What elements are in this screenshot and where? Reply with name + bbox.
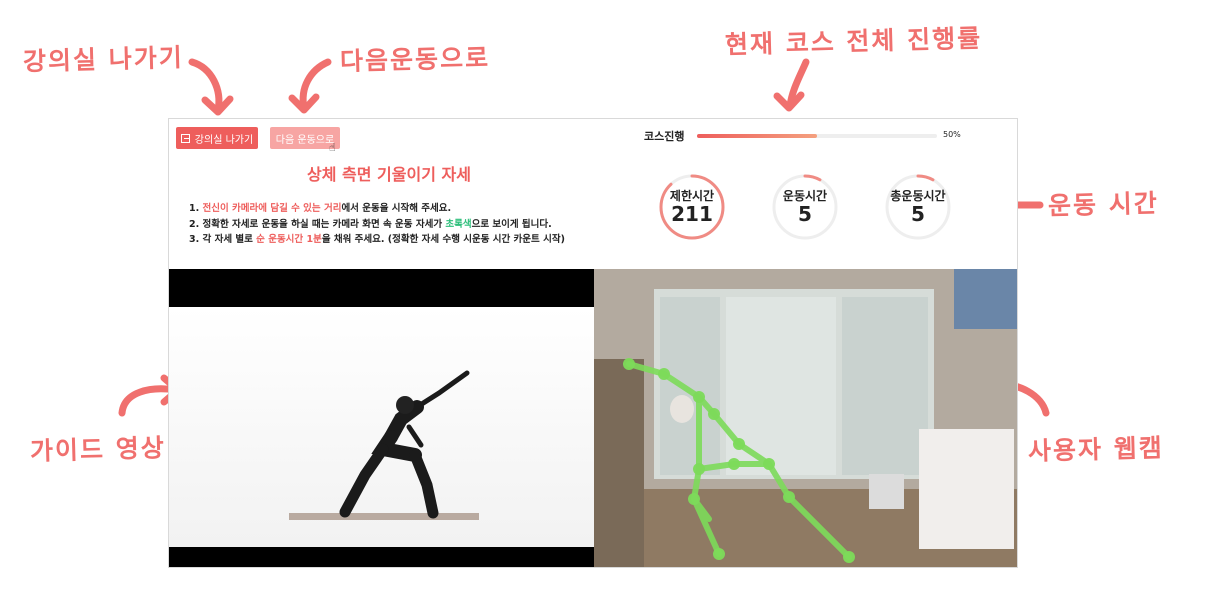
poster [954,269,1017,329]
pet-house [869,474,904,509]
total-exercise-time-value: 5 [911,202,925,226]
course-progress-label: 코스진행 [644,130,685,143]
instruction-3-highlight: 순 운동시간 1분 [256,234,322,245]
annotation-progress: 현재 코스 전체 진행률 [724,23,983,60]
annotation-exit: 강의실 나가기 [22,42,185,77]
instruction-1-suffix: 에서 운동을 시작해 주세요. [341,203,452,214]
instruction-1-highlight: 전신이 카메라에 담길 수 있는 거리 [202,203,342,214]
arrow-exit-head [201,95,234,116]
exit-classroom-label: 강의실 나가기 [194,134,254,146]
annotation-guide: 가이드 영상 [29,433,167,466]
instruction-2-highlight: 초록색 [445,218,472,230]
refrigerator [919,429,1014,549]
arrow-progress-path [786,58,810,110]
instruction-2-prefix: 2. 정확한 자세로 운동을 하실 때는 카메라 화면 속 운동 자세가 [189,218,446,230]
exit-door-icon [180,133,190,143]
annotation-next: 다음운동으로 [339,43,491,76]
course-progress-fill [697,134,817,138]
exercise-time-value: 5 [798,202,812,226]
total-exercise-time-timer: 총운동시간 5 [885,174,951,240]
instruction-3-suffix: 을 채워 주세요. (정확한 자세 수행 시운동 시간 카운트 시작) [321,234,565,245]
instruction-1-prefix: 1. [189,203,203,214]
yoga-mat [289,513,479,520]
arrow-next-head [288,93,320,114]
instructions: 1. 전신이 카메라에 담길 수 있는 거리에서 운동을 시작해 주세요. 2.… [189,201,565,248]
guide-video[interactable] [169,269,594,567]
annotation-webcam: 사용자 웹캠 [1027,433,1165,466]
instruction-line-3: 3. 각 자세 별로 순 운동시간 1분을 채워 주세요. (정확한 자세 수행… [189,232,565,248]
guide-video-frame [169,307,594,547]
webcam-scene [594,269,1017,567]
exercise-time-timer: 운동시간 5 [772,174,838,240]
instruction-line-2: 2. 정확한 자세로 운동을 하실 때는 카메라 화면 속 운동 자세가 초록색… [189,217,565,233]
guide-instructor-figure [289,370,479,520]
cabinet [594,359,644,567]
course-progress-bar [697,134,937,138]
arrow-progress-head [773,91,805,112]
instruction-3-prefix: 3. 각 자세 별로 [189,234,257,245]
instructor-head [396,396,414,414]
user-head [670,395,694,423]
hand-pointer-icon: ☝ [329,141,336,154]
classroom-panel: 강의실 나가기 다음 운동으로 ☝ 코스진행 50% 상체 측면 기울이기 자세… [168,118,1018,568]
arrow-exit-path [188,58,223,114]
course-progress-percent: 50% [943,130,961,139]
limit-time-value: 211 [671,202,713,226]
arrow-next-path [299,58,332,112]
pose-title: 상체 측면 기울이기 자세 [307,165,471,184]
instruction-2-suffix: 으로 보이게 됩니다. [471,218,552,230]
limit-time-timer: 제한시간 211 [659,174,725,240]
instruction-line-1: 1. 전신이 카메라에 담길 수 있는 거리에서 운동을 시작해 주세요. [189,201,565,217]
exit-classroom-button[interactable]: 강의실 나가기 [176,127,258,149]
annotation-time: 운동 시간 [1047,188,1160,221]
user-webcam[interactable] [594,269,1017,567]
instructor-body [339,370,470,519]
next-exercise-label: 다음 운동으로 [275,134,335,146]
